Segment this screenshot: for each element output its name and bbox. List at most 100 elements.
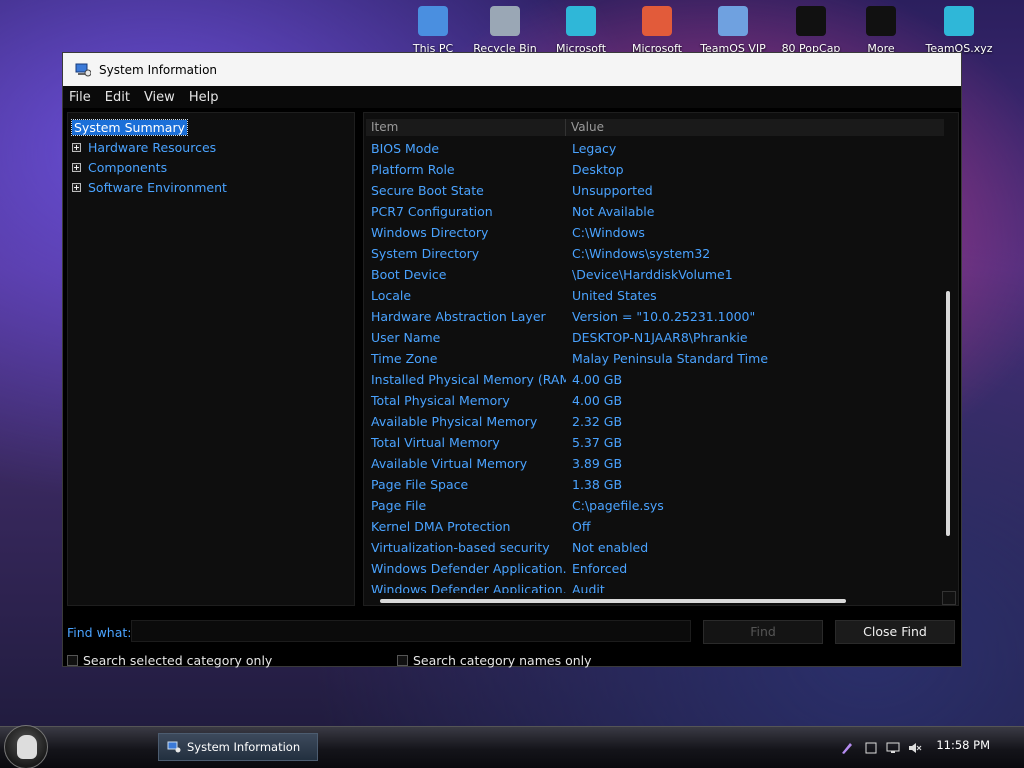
item-cell: System Directory	[371, 246, 480, 261]
value-cell: 3.89 GB	[572, 456, 623, 471]
desktop-icon[interactable]: Recycle Bin	[470, 4, 540, 56]
tree-item-label: Hardware Resources	[88, 139, 217, 155]
column-header-item[interactable]: Item	[366, 119, 566, 136]
tree-item-system-summary[interactable]: System Summary	[68, 117, 354, 137]
table-row[interactable]: Hardware Abstraction Layer Version = "10.…	[366, 306, 944, 327]
expand-plus-icon[interactable]	[72, 182, 81, 192]
horizontal-scroll-thumb[interactable]	[380, 599, 846, 603]
expand-plus-icon[interactable]	[72, 142, 81, 152]
desktop-icon[interactable]: TeamOS.xyz	[924, 4, 994, 56]
item-cell: Secure Boot State	[371, 183, 484, 198]
item-cell: Installed Physical Memory (RAM)	[371, 372, 566, 387]
tree-item-label: Software Environment	[88, 179, 227, 195]
find-what-label: Find what:	[67, 625, 132, 640]
item-cell: Page File Space	[371, 477, 469, 492]
tree-item-hardware-resources[interactable]: Hardware Resources	[68, 137, 354, 157]
menu-file[interactable]: File	[69, 90, 91, 105]
desktop-icon[interactable]: 80 PopCap	[776, 4, 846, 56]
taskbar-item-system-information[interactable]: System Information	[158, 733, 318, 761]
desktop-icon[interactable]: Microsoft	[546, 4, 616, 56]
volume-muted-icon[interactable]	[908, 741, 922, 755]
value-cell: 5.37 GB	[572, 435, 623, 450]
table-row[interactable]: Windows Defender Application... Enforced	[366, 558, 944, 579]
column-header-value[interactable]: Value	[566, 119, 604, 136]
more-icon	[866, 6, 896, 36]
scrollbar-corner	[942, 591, 956, 605]
value-cell: C:\Windows	[572, 225, 645, 240]
expand-plus-icon[interactable]	[72, 162, 81, 172]
desktop-icon[interactable]: This PC	[398, 4, 468, 56]
find-button[interactable]: Find	[703, 620, 823, 644]
tree-item-components[interactable]: Components	[68, 157, 354, 177]
item-cell: User Name	[371, 330, 441, 345]
table-row[interactable]: Available Physical Memory 2.32 GB	[366, 411, 944, 432]
title-bar[interactable]: System Information	[63, 53, 961, 86]
desktop-icon[interactable]: More	[846, 4, 916, 56]
menu-bar: File Edit View Help	[63, 86, 961, 108]
value-cell: Malay Peninsula Standard Time	[572, 351, 769, 366]
search-selected-category-label: Search selected category only	[83, 653, 273, 668]
vertical-scrollbar[interactable]	[944, 141, 952, 591]
taskbar-item-label: System Information	[187, 740, 301, 754]
table-row[interactable]: Time Zone Malay Peninsula Standard Time	[366, 348, 944, 369]
desktop-icon[interactable]: Microsoft	[622, 4, 692, 56]
table-row[interactable]: Page File C:\pagefile.sys	[366, 495, 944, 516]
table-row[interactable]: Windows Directory C:\Windows	[366, 222, 944, 243]
search-selected-category-checkbox[interactable]	[67, 655, 78, 666]
table-row[interactable]: Installed Physical Memory (RAM) 4.00 GB	[366, 369, 944, 390]
vertical-scroll-thumb[interactable]	[946, 291, 950, 536]
value-cell: 1.38 GB	[572, 477, 623, 492]
search-category-names-option[interactable]: Search category names only	[397, 653, 592, 668]
table-row[interactable]: Virtualization-based security Not enabled	[366, 537, 944, 558]
table-row[interactable]: Boot Device \Device\HarddiskVolume1	[366, 264, 944, 285]
table-row[interactable]: BIOS Mode Legacy	[366, 138, 944, 159]
value-cell: Desktop	[572, 162, 624, 177]
search-category-names-checkbox[interactable]	[397, 655, 408, 666]
table-row[interactable]: Locale United States	[366, 285, 944, 306]
table-row[interactable]: User Name DESKTOP-N1JAAR8\Phrankie	[366, 327, 944, 348]
pen-icon[interactable]	[840, 741, 854, 755]
table-row[interactable]: Secure Boot State Unsupported	[366, 180, 944, 201]
item-cell: BIOS Mode	[371, 141, 440, 156]
table-row[interactable]: Total Virtual Memory 5.37 GB	[366, 432, 944, 453]
item-cell: Available Physical Memory	[371, 414, 538, 429]
find-what-input[interactable]	[131, 620, 691, 642]
item-cell: Total Physical Memory	[371, 393, 510, 408]
store-icon	[642, 6, 672, 36]
menu-view[interactable]: View	[144, 90, 175, 105]
value-cell: 2.32 GB	[572, 414, 623, 429]
network-icon[interactable]	[886, 741, 900, 755]
menu-edit[interactable]: Edit	[105, 90, 130, 105]
table-row[interactable]: PCR7 Configuration Not Available	[366, 201, 944, 222]
item-cell: Hardware Abstraction Layer	[371, 309, 546, 324]
taskbar-clock[interactable]: 11:58 PM	[936, 738, 990, 752]
table-row[interactable]: Windows Defender Application... Audit	[366, 579, 944, 593]
table-row[interactable]: Platform Role Desktop	[366, 159, 944, 180]
value-cell: Unsupported	[572, 183, 653, 198]
value-cell: 4.00 GB	[572, 393, 623, 408]
close-find-button[interactable]: Close Find	[835, 620, 955, 644]
value-cell: Version = "10.0.25231.1000"	[572, 309, 756, 324]
table-row[interactable]: Available Virtual Memory 3.89 GB	[366, 453, 944, 474]
start-button[interactable]	[4, 725, 48, 768]
search-selected-category-option[interactable]: Search selected category only	[67, 653, 272, 668]
desktop-icon[interactable]: TeamOS VIP	[698, 4, 768, 56]
table-row[interactable]: Page File Space 1.38 GB	[366, 474, 944, 495]
table-row[interactable]: System Directory C:\Windows\system32	[366, 243, 944, 264]
tree-item-software-environment[interactable]: Software Environment	[68, 177, 354, 197]
table-row[interactable]: Kernel DMA Protection Off	[366, 516, 944, 537]
column-header-row: Item Value	[366, 119, 944, 136]
table-row[interactable]: Total Physical Memory 4.00 GB	[366, 390, 944, 411]
value-cell: Enforced	[572, 561, 628, 576]
item-cell: Page File	[371, 498, 427, 513]
value-cell: C:\Windows\system32	[572, 246, 711, 261]
menu-help[interactable]: Help	[189, 90, 219, 105]
system-information-icon	[75, 63, 91, 76]
horizontal-scrollbar[interactable]	[380, 597, 850, 605]
teamos-vip-icon	[718, 6, 748, 36]
edge-icon	[944, 6, 974, 36]
value-cell: Not Available	[572, 204, 655, 219]
window-body: System Summary Hardware Resources Compon…	[63, 108, 961, 668]
edge-icon	[566, 6, 596, 36]
security-icon[interactable]	[864, 741, 878, 755]
